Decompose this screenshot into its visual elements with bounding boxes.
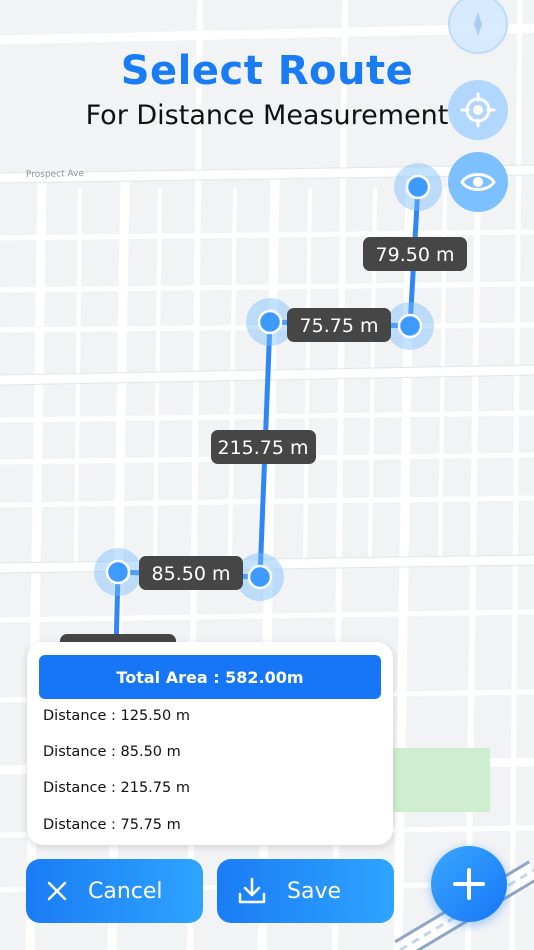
route-label-text: 85.50 m [152, 563, 231, 585]
download-icon [237, 877, 267, 905]
street-label: Prospect Ave [26, 169, 85, 180]
route-label-text: 215.75 m [217, 437, 308, 459]
route-node[interactable] [246, 298, 294, 346]
route-label: 79.50 m [363, 237, 467, 271]
route-label-text: 75.75 m [300, 315, 379, 337]
save-button[interactable]: Save [217, 859, 394, 923]
close-icon [46, 880, 68, 902]
park-area [393, 748, 490, 812]
page-title: Select Route [120, 48, 414, 94]
total-area-button[interactable]: Total Area : 582.00m [39, 655, 381, 699]
route-node[interactable] [386, 302, 434, 350]
save-label: Save [287, 878, 342, 904]
summary-card: Total Area : 582.00m Distance : 125.50 m… [27, 642, 393, 845]
add-point-button[interactable] [431, 846, 507, 922]
locate-button[interactable] [448, 80, 508, 140]
crosshair-icon [460, 92, 496, 128]
route-label: 75.75 m [287, 308, 391, 342]
route-label-text: 79.50 m [376, 244, 455, 266]
distance-item: Distance : 85.50 m [43, 744, 181, 760]
route-label: 85.50 m [139, 556, 243, 590]
cancel-label: Cancel [88, 878, 163, 904]
route-node[interactable] [394, 163, 442, 211]
distance-item: Distance : 215.75 m [43, 780, 190, 796]
visibility-button[interactable] [448, 152, 508, 212]
route-node[interactable] [236, 553, 284, 601]
cancel-button[interactable]: Cancel [26, 859, 203, 923]
distance-item: Distance : 75.75 m [43, 817, 181, 833]
route-node[interactable] [94, 548, 142, 596]
distance-item: Distance : 125.50 m [43, 708, 190, 724]
compass-icon [474, 12, 482, 36]
eye-icon [460, 173, 496, 191]
route-label: 215.75 m [211, 430, 316, 464]
plus-icon [453, 868, 485, 900]
